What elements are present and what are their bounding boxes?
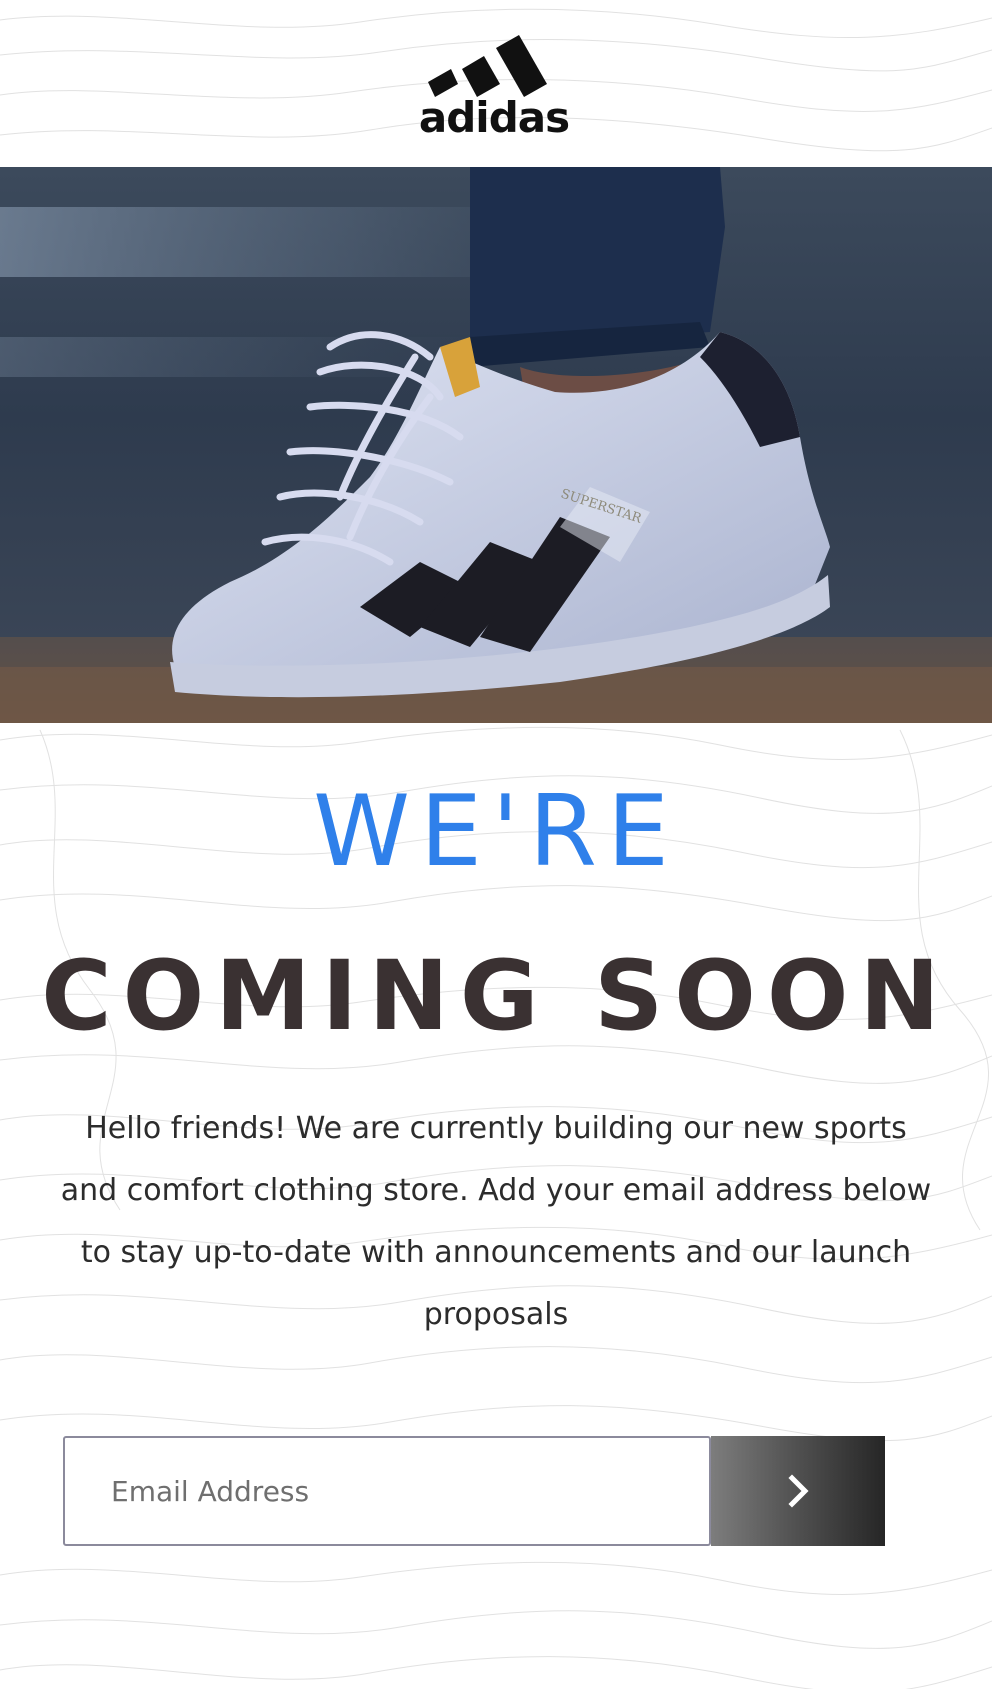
adidas-logo-icon[interactable]: adidas bbox=[414, 26, 578, 138]
subscribe-form bbox=[63, 1436, 885, 1546]
brand-wordmark: adidas bbox=[419, 93, 569, 138]
email-input[interactable] bbox=[63, 1436, 711, 1546]
headline-line-1: WE'RE bbox=[313, 775, 679, 889]
chevron-right-icon bbox=[788, 1474, 809, 1508]
sneaker-photo: SUPERSTAR bbox=[0, 167, 992, 723]
headline-line-2: COMING SOON bbox=[41, 940, 951, 1052]
submit-button[interactable] bbox=[711, 1436, 885, 1546]
intro-text: Hello friends! We are currently building… bbox=[60, 1111, 932, 1332]
site-header: adidas bbox=[0, 0, 992, 167]
hero-image: SUPERSTAR bbox=[0, 167, 992, 723]
